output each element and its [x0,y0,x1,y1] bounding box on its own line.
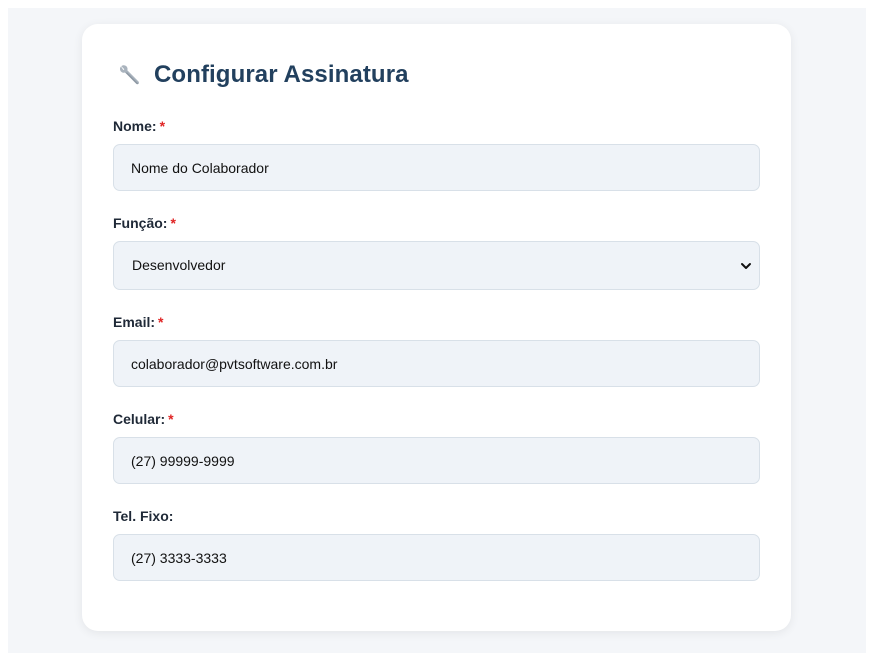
required-marker: * [159,118,166,134]
nome-label: Nome: * [113,118,166,134]
form-header: Configurar Assinatura [116,61,409,89]
tel-fixo-input[interactable] [113,534,760,581]
celular-input[interactable] [113,437,760,484]
nome-input[interactable] [113,144,760,191]
field-email: Email: * [113,313,760,387]
email-input[interactable] [113,340,760,387]
field-funcao: Função: * Desenvolvedor [113,214,760,290]
funcao-select[interactable]: Desenvolvedor [113,241,760,290]
signature-config-card: Configurar Assinatura Nome:* Função:* De… [82,24,791,631]
tel-fixo-label: Tel. Fixo: [113,508,174,524]
required-marker: * [170,215,176,231]
chevron-down-icon [740,259,752,271]
email-label: Email: * [113,314,164,330]
field-nome: Nome: * [113,117,760,191]
celular-label: Celular: * [113,411,174,427]
required-marker: * [158,314,164,330]
field-celular: Celular: * [113,410,760,484]
page-title: Configurar Assinatura [154,61,409,88]
wrench-icon [116,62,142,88]
funcao-selected-value: Desenvolvedor [132,257,226,273]
required-marker: * [168,411,174,427]
field-tel-fixo: Tel. Fixo: [113,507,760,581]
funcao-label: Função: * [113,215,176,231]
